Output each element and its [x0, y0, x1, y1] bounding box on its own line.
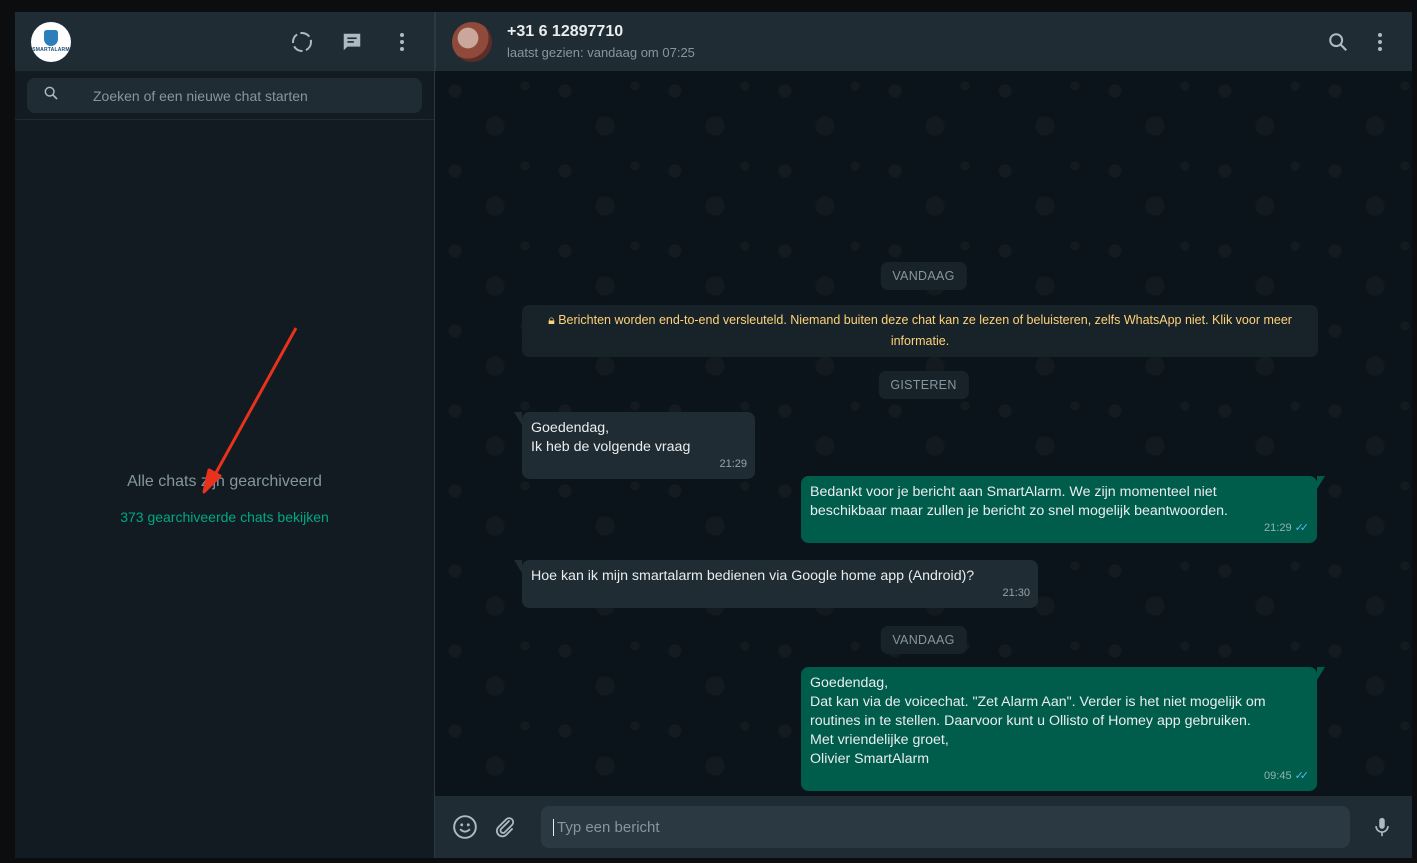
attach-icon[interactable]: [487, 811, 523, 843]
menu-icon[interactable]: [386, 26, 418, 58]
encryption-notice-text: Berichten worden end-to-end versleuteld.…: [558, 313, 1292, 348]
date-chip: VANDAAG: [880, 262, 967, 290]
message-line: Olivier SmartAlarm: [810, 751, 930, 767]
search-input[interactable]: [93, 87, 393, 104]
profile-avatar[interactable]: SMARTALARM: [31, 21, 71, 62]
contact-name: +31 6 12897710: [507, 23, 624, 40]
date-chip: VANDAAG: [880, 626, 967, 654]
message-line: routines in te stellen. Daarvoor kunt u …: [810, 713, 1251, 729]
message-line: Goedendag,: [810, 675, 889, 691]
date-chip: GISTEREN: [878, 371, 969, 399]
chat-header-actions: [1322, 26, 1396, 58]
archived-chats-link[interactable]: 373 gearchiveerde chats bekijken: [120, 509, 329, 525]
message-meta: 21:29: [719, 455, 747, 474]
status-icon[interactable]: [286, 26, 318, 58]
message-line: Bedankt voor je bericht aan SmartAlarm. …: [810, 484, 1217, 500]
sidebar: SMARTALARM A: [15, 12, 435, 858]
whatsapp-web-app: SMARTALARM A: [15, 12, 1412, 858]
composer: [435, 796, 1412, 858]
search-container: [15, 71, 434, 120]
avatar-brand: SMARTALARM: [32, 47, 70, 53]
chat-pane: +31 6 12897710 laatst gezien: vandaag om…: [435, 12, 1412, 858]
message-line: beschikbaar maar zullen je bericht zo sn…: [810, 503, 1228, 519]
message-input-box[interactable]: [541, 806, 1350, 848]
message-line: Met vriendelijke groet,: [810, 732, 949, 748]
chat-header[interactable]: +31 6 12897710 laatst gezien: vandaag om…: [435, 12, 1412, 71]
message-line: Dat kan via de voicechat. "Zet Alarm Aan…: [810, 694, 1266, 710]
message-time: 21:30: [1002, 587, 1030, 599]
sidebar-header-actions: [286, 26, 418, 58]
emoji-icon[interactable]: [447, 811, 483, 843]
lock-icon: 🔒︎: [548, 313, 555, 327]
read-ticks-icon: ✓✓: [1294, 522, 1310, 534]
message-time: 09:45: [1264, 770, 1292, 782]
empty-title: Alle chats zijn gearchiveerd: [127, 473, 322, 490]
message-incoming[interactable]: Goedendag, Ik heb de volgende vraag 21:2…: [514, 412, 755, 479]
message-line: Ik heb de volgende vraag: [531, 439, 691, 455]
message-outgoing[interactable]: Goedendag, Dat kan via de voicechat. "Ze…: [801, 667, 1325, 791]
read-ticks-icon: ✓✓: [1294, 770, 1310, 782]
search-box[interactable]: [27, 78, 422, 113]
empty-chat-list: Alle chats zijn gearchiveerd 373 gearchi…: [15, 120, 434, 858]
microphone-icon[interactable]: [1364, 811, 1400, 843]
message-outgoing[interactable]: Bedankt voor je bericht aan SmartAlarm. …: [801, 476, 1325, 543]
message-incoming[interactable]: Hoe kan ik mijn smartalarm bedienen via …: [514, 560, 1038, 608]
message-line: Hoe kan ik mijn smartalarm bedienen via …: [531, 568, 975, 584]
contact-info[interactable]: +31 6 12897710 laatst gezien: vandaag om…: [507, 23, 695, 60]
message-meta: 21:30: [1002, 584, 1030, 603]
message-input[interactable]: [553, 818, 1338, 836]
message-meta: 09:45 ✓✓: [1264, 767, 1309, 786]
sidebar-header: SMARTALARM: [15, 12, 434, 71]
menu-icon[interactable]: [1364, 26, 1396, 58]
logo-shield-icon: [44, 30, 58, 46]
search-icon[interactable]: [1322, 26, 1354, 58]
encryption-notice[interactable]: 🔒︎ Berichten worden end-to-end versleute…: [522, 305, 1318, 357]
message-time: 21:29: [719, 458, 747, 470]
message-time: 21:29: [1264, 522, 1292, 534]
new-chat-icon[interactable]: [336, 26, 368, 58]
contact-avatar[interactable]: [452, 21, 492, 62]
message-list[interactable]: VANDAAG 🔒︎ Berichten worden end-to-end v…: [435, 71, 1412, 796]
message-meta: 21:29 ✓✓: [1264, 519, 1309, 538]
message-line: Goedendag,: [531, 420, 610, 436]
contact-status: laatst gezien: vandaag om 07:25: [507, 45, 695, 60]
search-icon: [43, 85, 59, 106]
